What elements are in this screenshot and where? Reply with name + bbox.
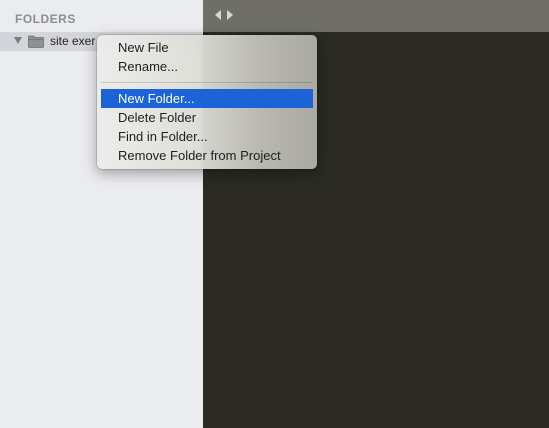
menu-item-delete-folder[interactable]: Delete Folder (101, 108, 313, 127)
folder-icon (28, 35, 44, 48)
folder-label: site exer (50, 34, 96, 48)
menu-item-rename[interactable]: Rename... (101, 57, 313, 76)
app-window: FOLDERS site exer New File Rename... New… (0, 0, 549, 428)
context-menu: New File Rename... New Folder... Delete … (97, 35, 317, 169)
tab-bar (203, 0, 549, 32)
menu-item-new-file[interactable]: New File (101, 38, 313, 57)
menu-item-new-folder[interactable]: New Folder... (101, 89, 313, 108)
disclosure-triangle-icon[interactable] (14, 37, 22, 44)
chevron-right-icon[interactable] (227, 10, 233, 20)
menu-item-find-in-folder[interactable]: Find in Folder... (101, 127, 313, 146)
chevron-left-icon[interactable] (215, 10, 221, 20)
menu-item-remove-folder-from-project[interactable]: Remove Folder from Project (101, 146, 313, 165)
menu-separator (101, 82, 313, 83)
sidebar-heading: FOLDERS (15, 12, 76, 26)
